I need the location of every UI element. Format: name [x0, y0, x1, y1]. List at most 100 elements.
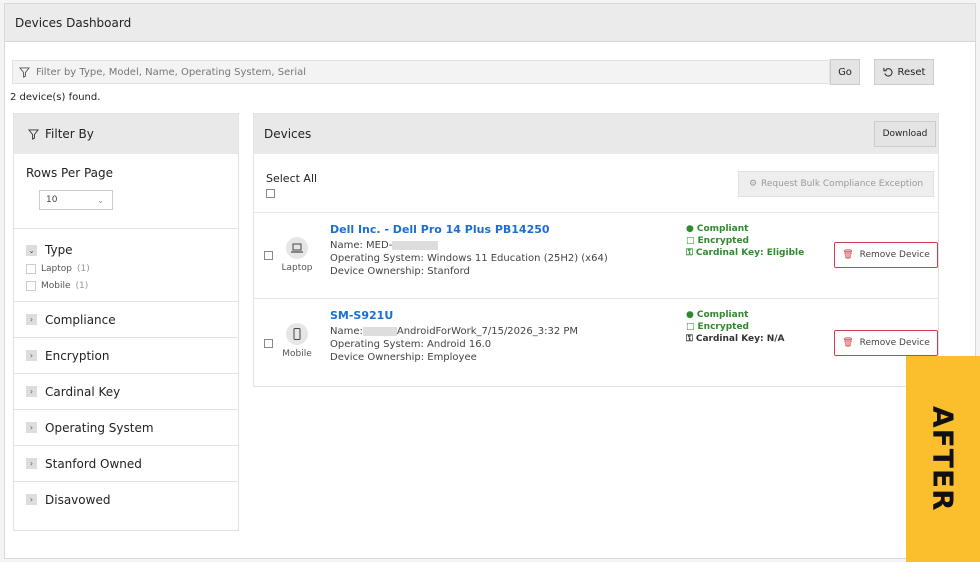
filter-panel-title: Filter By: [45, 127, 94, 141]
check-circle-icon: ●: [686, 224, 694, 234]
encryption-status: Encrypted: [697, 322, 750, 332]
device-status: ● Compliant □ Encrypted ⚿ Cardinal Key: N/A: [686, 309, 785, 345]
device-os: Operating System: Windows 11 Education (…: [330, 253, 608, 264]
laptop-icon: [286, 237, 308, 259]
search-row: Filter by Type, Model, Name, Operating S…: [12, 59, 958, 85]
devices-panel: Devices Download Select All ⚙ Request Bu…: [253, 113, 939, 387]
search-input[interactable]: Filter by Type, Model, Name, Operating S…: [12, 60, 830, 84]
type-option-laptop[interactable]: Laptop (1): [26, 264, 238, 274]
devices-title: Devices: [264, 127, 312, 141]
device-ownership: Device Ownership: Employee: [330, 352, 477, 363]
section-label: Compliance: [45, 312, 116, 327]
chevron-down-icon: ⌄: [97, 195, 104, 205]
option-label: Mobile: [41, 281, 71, 291]
bulk-exception-label: Request Bulk Compliance Exception: [761, 179, 924, 189]
device-os: Operating System: Android 16.0: [330, 339, 492, 350]
key-icon: ⚿: [686, 248, 693, 258]
trash-icon: 🗑: [842, 338, 854, 348]
device-type-label: Mobile: [282, 349, 312, 359]
remove-device-button[interactable]: 🗑 Remove Device: [834, 330, 938, 356]
lock-icon: □: [686, 322, 695, 332]
after-badge: AFTER: [906, 356, 980, 562]
option-count: (1): [77, 264, 90, 274]
device-row: Laptop Dell Inc. - Dell Pro 14 Plus PB14…: [254, 212, 938, 298]
search-placeholder: Filter by Type, Model, Name, Operating S…: [36, 66, 307, 78]
chevron-right-icon: ›: [26, 422, 37, 433]
device-type: Mobile: [280, 323, 314, 359]
chevron-right-icon: ›: [26, 350, 37, 361]
section-disavowed[interactable]: › Disavowed: [14, 481, 238, 517]
device-title-link[interactable]: SM-S921U: [330, 309, 578, 322]
device-type-label: Laptop: [281, 263, 313, 273]
device-name: Name: MED-: [330, 239, 608, 252]
section-encryption[interactable]: › Encryption: [14, 337, 238, 373]
reset-label: Reset: [897, 66, 926, 78]
checkbox[interactable]: [26, 264, 36, 274]
compliance-status: Compliant: [696, 224, 749, 234]
reset-button[interactable]: Reset: [874, 59, 934, 85]
mobile-icon: [286, 323, 308, 345]
gear-icon: ⚙: [748, 179, 758, 189]
section-label: Stanford Owned: [45, 456, 142, 471]
type-option-mobile[interactable]: Mobile (1): [26, 281, 238, 291]
after-badge-text: AFTER: [926, 406, 960, 512]
device-title-link[interactable]: Dell Inc. - Dell Pro 14 Plus PB14250: [330, 223, 608, 236]
lock-icon: □: [686, 236, 695, 246]
chevron-down-icon: ⌄: [26, 244, 37, 256]
device-status: ● Compliant □ Encrypted ⚿ Cardinal Key: Eli…: [686, 223, 804, 259]
section-operating-system[interactable]: › Operating System: [14, 409, 238, 445]
section-cardinal-key[interactable]: › Cardinal Key: [14, 373, 238, 409]
remove-device-button[interactable]: 🗑 Remove Device: [834, 242, 938, 268]
rows-per-page-value: 10: [46, 195, 58, 205]
option-label: Laptop: [41, 264, 72, 274]
chevron-right-icon: ›: [26, 494, 37, 505]
remove-device-label: Remove Device: [859, 338, 930, 348]
device-name-suffix: AndroidForWork_7/15/2026_3:32 PM: [396, 326, 579, 337]
results-count: 2 device(s) found.: [10, 92, 101, 103]
check-circle-icon: ●: [686, 310, 694, 320]
row-checkbox[interactable]: [264, 339, 273, 348]
device-name-label: Name:: [330, 326, 363, 337]
device-info: Dell Inc. - Dell Pro 14 Plus PB14250 Nam…: [330, 223, 608, 278]
filter-panel: Filter By Rows Per Page 10 ⌄ ⌄ Type Lapt…: [13, 113, 239, 531]
compliance-status: Compliant: [696, 310, 749, 320]
device-name: Name: AndroidForWork_7/15/2026_3:32 PM: [330, 325, 578, 338]
page-title: Devices Dashboard: [15, 16, 132, 30]
type-label: Type: [45, 243, 73, 257]
device-ownership: Device Ownership: Stanford: [330, 266, 470, 277]
filter-icon: [28, 128, 39, 140]
type-toggle[interactable]: ⌄ Type: [26, 243, 238, 257]
rows-per-page-label: Rows Per Page: [26, 166, 114, 180]
filter-panel-header: Filter By: [14, 114, 238, 154]
page-header: Devices Dashboard: [5, 4, 975, 42]
key-icon: ⚿: [686, 334, 693, 344]
chevron-right-icon: ›: [26, 458, 37, 469]
cardinal-key-status: Cardinal Key: N/A: [695, 334, 785, 344]
device-name-label: Name: MED-: [330, 240, 393, 251]
section-compliance[interactable]: › Compliance: [14, 301, 238, 337]
download-button[interactable]: Download: [874, 121, 936, 147]
encryption-status: Encrypted: [697, 236, 750, 246]
row-checkbox[interactable]: [264, 251, 273, 260]
redacted-text: [392, 240, 439, 250]
chevron-right-icon: ›: [26, 386, 37, 397]
device-info: SM-S921U Name: AndroidForWork_7/15/2026_3…: [330, 309, 578, 364]
redacted-text: [362, 326, 397, 336]
select-all-checkbox[interactable]: [266, 189, 275, 198]
trash-icon: 🗑: [842, 250, 854, 260]
select-all-label: Select All: [266, 172, 318, 185]
section-stanford-owned[interactable]: › Stanford Owned: [14, 445, 238, 481]
device-row: Mobile SM-S921U Name: AndroidForWork_7/15…: [254, 298, 938, 384]
bulk-exception-button[interactable]: ⚙ Request Bulk Compliance Exception: [738, 171, 934, 197]
select-all: Select All: [266, 172, 317, 198]
section-label: Encryption: [45, 348, 110, 363]
cardinal-key-status: Cardinal Key: Eligible: [695, 248, 805, 258]
rows-per-page-select[interactable]: 10 ⌄: [39, 190, 113, 210]
checkbox[interactable]: [26, 281, 36, 291]
section-label: Disavowed: [45, 492, 111, 507]
go-button[interactable]: Go: [830, 59, 860, 85]
chevron-right-icon: ›: [26, 314, 37, 325]
type-filter: ⌄ Type Laptop (1) Mobile (1): [14, 228, 238, 301]
section-label: Operating System: [45, 420, 154, 435]
devices-header: Devices Download: [254, 114, 938, 154]
